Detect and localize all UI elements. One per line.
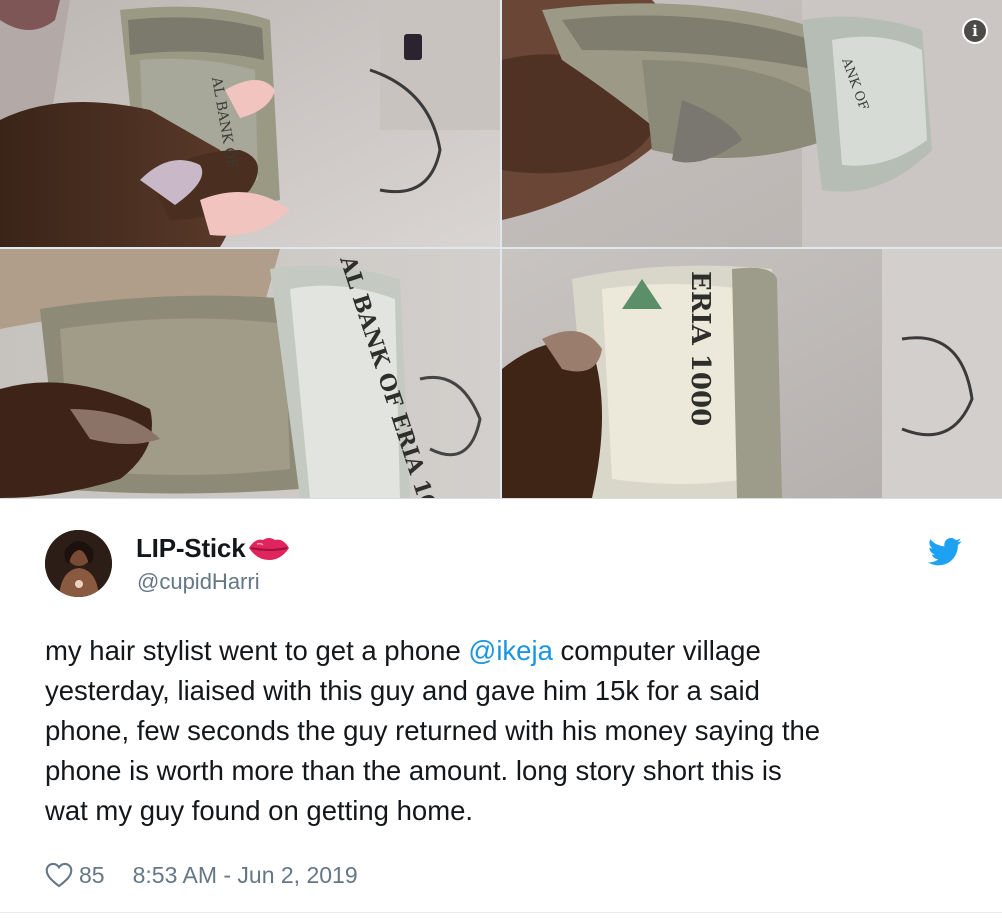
display-name[interactable]: LIP-Stick <box>136 533 246 564</box>
handle[interactable]: @cupidHarri <box>137 569 260 595</box>
avatar-image <box>45 530 112 597</box>
mention-link[interactable]: @ikeja <box>468 635 552 666</box>
tweet-photo-1[interactable]: AL BANK OF <box>0 0 500 247</box>
twitter-bird-icon[interactable] <box>928 537 962 567</box>
avatar[interactable] <box>45 530 112 597</box>
card-bottom-border <box>0 912 1002 913</box>
tweet-meta: 85 8:53 AM - Jun 2, 2019 <box>45 857 358 893</box>
tweet-card[interactable]: LIP-Stick @cupidHarri my hair stylist we… <box>0 499 1002 920</box>
heart-icon[interactable] <box>45 862 73 888</box>
like-count[interactable]: 85 <box>79 862 105 889</box>
tweet-text: my hair stylist went to get a phone @ike… <box>45 631 965 831</box>
photo-4-note-text: ERIA 1000 <box>685 271 715 426</box>
tweet-photo-4[interactable]: ERIA 1000 <box>502 249 1002 498</box>
author-name-row[interactable]: LIP-Stick <box>136 531 291 565</box>
tweet-photo-2[interactable]: ANK OF <box>502 0 1002 247</box>
tweet-media-grid[interactable]: AL BANK OF ANK OF AL BANK OF ERIA 10 ERI… <box>0 0 1002 498</box>
lips-icon <box>249 538 290 560</box>
photo-1-image: AL BANK OF <box>0 0 500 247</box>
photo-2-image: ANK OF <box>502 0 1002 247</box>
photo-4-image: ERIA 1000 <box>502 249 1002 498</box>
tweet-photo-3[interactable]: AL BANK OF ERIA 10 <box>0 249 500 498</box>
info-icon[interactable]: i <box>962 18 988 44</box>
tweet-text-part-1: my hair stylist went to get a phone <box>45 635 469 666</box>
timestamp[interactable]: 8:53 AM - Jun 2, 2019 <box>133 862 358 889</box>
photo-3-image: AL BANK OF ERIA 10 <box>0 249 500 498</box>
